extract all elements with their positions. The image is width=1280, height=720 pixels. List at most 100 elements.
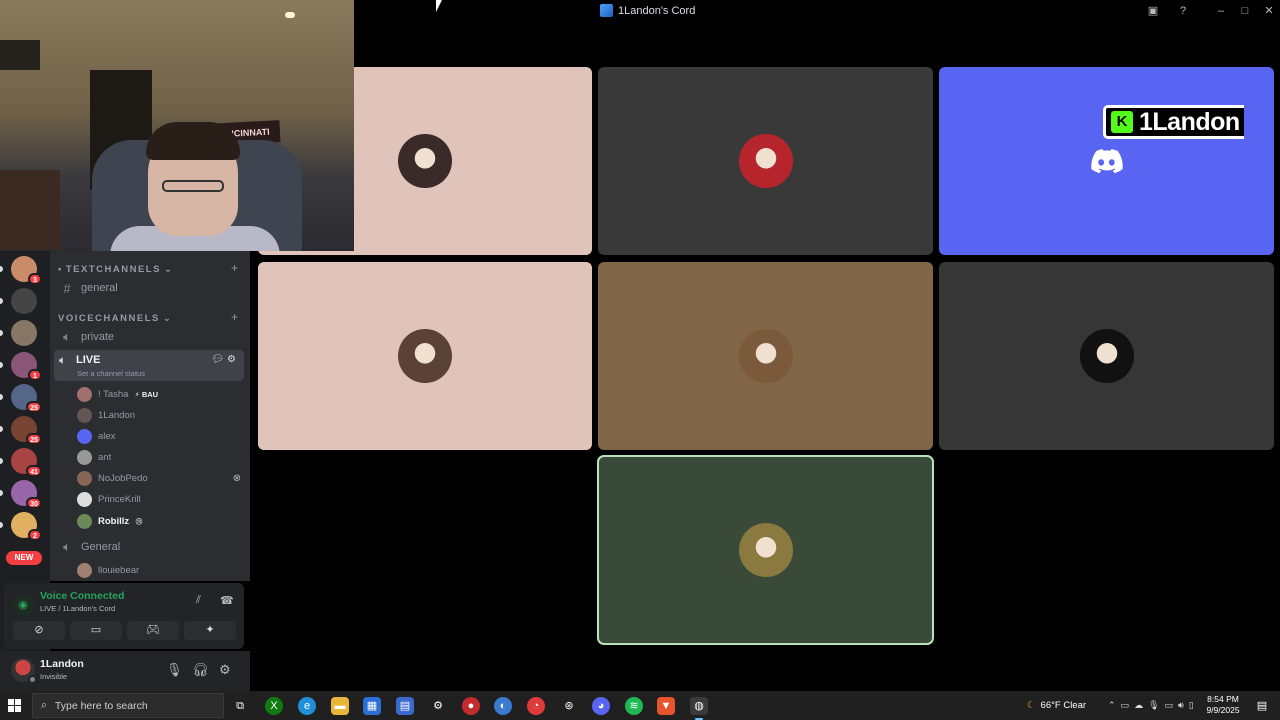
voice-user[interactable]: PrinceKrill xyxy=(77,489,247,509)
server-icon[interactable]: 25 xyxy=(11,384,42,413)
server-icon[interactable] xyxy=(11,288,37,314)
server-icon[interactable]: 2 xyxy=(11,512,42,541)
gear-icon[interactable]: ⚙︎ xyxy=(219,662,231,678)
store-icon[interactable]: ▦ xyxy=(363,697,381,715)
user-name[interactable]: 1Landon xyxy=(40,658,84,670)
microphone-tray-icon[interactable]: 🎙︎ xyxy=(1148,700,1159,711)
category-voice-channels[interactable]: VOICECHANNELS ⌄ xyxy=(58,313,172,324)
voice-user[interactable]: ant xyxy=(77,447,247,467)
video-tile[interactable] xyxy=(939,262,1274,450)
mention-badge: 25 xyxy=(26,401,42,413)
share-screen-button[interactable]: ▭ xyxy=(70,621,122,640)
volume-icon[interactable]: 🔊︎ xyxy=(1178,700,1184,711)
app-icon-clock[interactable]: ◔ xyxy=(527,697,545,715)
chrome-icon[interactable]: ◍ xyxy=(690,697,708,720)
chevron-up-icon[interactable]: ⌃ xyxy=(1108,700,1116,711)
brave-icon[interactable]: ▼ xyxy=(657,697,675,715)
voice-user[interactable]: Robillz 😢 xyxy=(77,511,247,531)
chevron-down-icon: ⌄ xyxy=(163,264,174,275)
maximize-button[interactable]: □ xyxy=(1236,3,1254,19)
new-badge[interactable]: NEW xyxy=(6,551,42,565)
video-tile[interactable] xyxy=(598,262,933,450)
category-text-channels[interactable]: ▪ TEXTCHANNELS ⌄ xyxy=(58,264,173,275)
xbox-icon[interactable]: X xyxy=(265,697,283,715)
server-icon[interactable]: 25 xyxy=(11,416,42,445)
calculator-icon[interactable]: ▤ xyxy=(396,697,414,715)
video-tile[interactable] xyxy=(598,67,933,255)
voice-connected-title[interactable]: Voice Connected xyxy=(40,590,124,602)
add-channel-icon[interactable]: + xyxy=(231,310,238,324)
server-icon[interactable]: 1 xyxy=(11,352,42,381)
battery-icon[interactable]: ▯ xyxy=(1189,700,1194,711)
camera-button[interactable]: ⊘ xyxy=(13,621,65,640)
voice-user[interactable]: 1Landon xyxy=(77,405,247,425)
network-icon[interactable]: ▭ xyxy=(1165,700,1174,711)
channel-tools[interactable]: 💬︎⚙︎ xyxy=(211,354,239,365)
kick-logo-icon: K xyxy=(1111,111,1133,133)
channel-general-text[interactable]: # general xyxy=(58,278,242,298)
cloud-icon[interactable]: ☁︎ xyxy=(1134,700,1143,711)
search-icon: ⌕ xyxy=(41,699,47,711)
channel-name: General xyxy=(81,541,121,553)
server-icon[interactable] xyxy=(11,320,37,346)
tray-app-icon[interactable]: ▭ xyxy=(1121,700,1130,711)
channel-status[interactable]: Set a channel status xyxy=(77,369,145,378)
help-icon[interactable]: ? xyxy=(1174,3,1192,19)
unread-pip xyxy=(0,362,3,368)
disconnect-icon[interactable]: ☎ xyxy=(220,594,234,607)
edge-icon[interactable]: e xyxy=(298,697,316,715)
settings-icon[interactable]: ⚙︎ xyxy=(429,697,447,715)
text-channel-icon: ▪ xyxy=(58,264,63,275)
channel-name: general xyxy=(81,282,118,294)
mention-badge: 25 xyxy=(26,433,42,445)
ceiling-light xyxy=(285,12,295,18)
mention-badge: 30 xyxy=(26,497,42,509)
server-icon[interactable]: 3 xyxy=(11,256,42,285)
channel-live[interactable]: 🔈︎ LIVE Set a channel status 💬︎⚙︎ xyxy=(54,350,244,381)
spotify-icon[interactable]: ≋ xyxy=(625,697,643,715)
file-explorer-icon[interactable]: ▬ xyxy=(331,697,349,715)
user-name: NoJobPedo xyxy=(98,472,148,484)
mention-badge: 41 xyxy=(26,465,42,477)
video-tile-speaking[interactable] xyxy=(597,455,934,645)
notifications-icon[interactable]: ▤ xyxy=(1253,697,1271,715)
user-avatar xyxy=(77,386,92,402)
weather-widget[interactable]: ☾ 66°F Clear xyxy=(1027,691,1086,720)
voice-connected-panel: ◉ Voice Connected LIVE / 1Landon's Cord … xyxy=(4,583,244,649)
headphones-icon[interactable]: 🎧︎ xyxy=(192,662,209,678)
app-icon-red[interactable]: ● xyxy=(462,697,480,715)
weather-text: 66°F Clear xyxy=(1040,700,1087,711)
system-clock[interactable]: 8:54 PM 9/9/2025 xyxy=(1203,694,1243,716)
voice-user[interactable]: llouiebear xyxy=(77,560,247,580)
user-status[interactable]: Invisible xyxy=(40,672,67,681)
video-tile[interactable] xyxy=(258,262,592,450)
voice-user[interactable]: alex xyxy=(77,426,247,446)
add-channel-icon[interactable]: + xyxy=(231,261,238,275)
server-icon[interactable]: 41 xyxy=(11,448,42,477)
stream-tile[interactable] xyxy=(939,67,1274,255)
steam-icon[interactable]: ⊛ xyxy=(560,697,578,715)
voice-user[interactable]: NoJobPedo ⊗ xyxy=(77,468,247,488)
microphone-icon[interactable]: 🎙︎ xyxy=(166,662,183,678)
voice-connected-channel[interactable]: LIVE / 1Landon's Cord xyxy=(40,604,115,613)
inbox-icon[interactable]: ▣ xyxy=(1144,3,1162,19)
voice-user[interactable]: ! Tasha ⚡ BAU xyxy=(77,384,247,404)
channel-private[interactable]: 🔈︎ private xyxy=(58,327,242,347)
discord-taskbar-icon[interactable]: ◕ xyxy=(592,697,610,715)
noise-suppression-icon[interactable]: ⫽ xyxy=(196,594,201,607)
close-button[interactable]: ✕ xyxy=(1260,3,1278,19)
status-indicator xyxy=(28,675,37,684)
taskbar-search[interactable]: ⌕ Type here to search xyxy=(32,693,224,718)
minimize-button[interactable]: – xyxy=(1212,3,1230,19)
channel-general-voice[interactable]: 🔈︎ General xyxy=(58,537,242,557)
windows-start-icon[interactable] xyxy=(8,699,21,712)
soundboard-button[interactable]: ✦ xyxy=(184,621,236,640)
server-icon[interactable]: 30 xyxy=(11,480,42,509)
signal-icon[interactable]: ◉ xyxy=(12,594,34,616)
person-hair xyxy=(146,122,240,160)
activity-button[interactable]: 🎮︎ xyxy=(127,621,179,640)
system-tray[interactable]: ⌃ ▭ ☁︎ 🎙︎ ▭ 🔊︎ ▯ xyxy=(1108,691,1194,720)
shelf xyxy=(0,40,40,70)
app-icon-blue[interactable]: ◐ xyxy=(494,697,512,715)
task-view-icon[interactable]: ⧉ xyxy=(231,697,249,715)
